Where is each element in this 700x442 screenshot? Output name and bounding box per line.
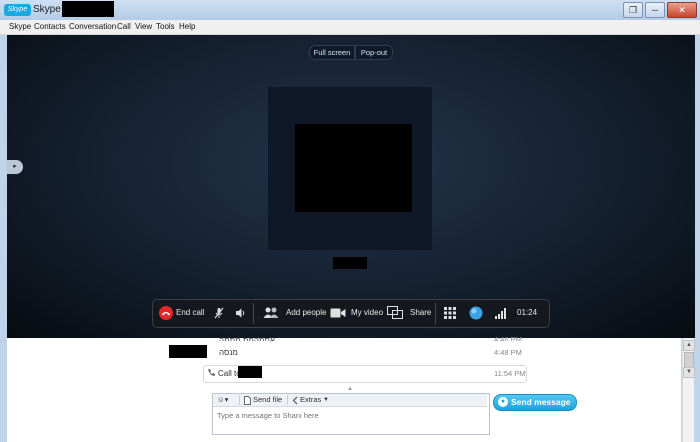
send-icon: ●	[498, 397, 508, 407]
message-input[interactable]	[217, 409, 483, 421]
file-icon	[244, 396, 251, 405]
minimize-button[interactable]: ─	[645, 2, 665, 18]
redacted-call-name	[238, 366, 262, 378]
separator	[287, 395, 288, 405]
share-screen-icon[interactable]	[387, 306, 403, 319]
camera-icon[interactable]	[330, 307, 346, 319]
speaker-icon[interactable]	[235, 307, 247, 319]
scroll-thumb[interactable]	[684, 352, 694, 368]
call-timer: 01:24	[517, 308, 538, 317]
emoticon-button[interactable]: ☺▾	[217, 395, 228, 405]
restore-button[interactable]: ❐	[623, 2, 643, 18]
menu-help[interactable]: Help	[179, 22, 195, 32]
send-file-button[interactable]: Send file	[253, 395, 282, 405]
my-video-label[interactable]: My video	[351, 308, 383, 318]
message-time: 4:46 PM	[494, 335, 522, 341]
compose-toolbar: ☺▾ Send file Extras ▼	[213, 394, 487, 407]
status-globe-icon[interactable]	[469, 306, 483, 320]
menu-tools[interactable]: Tools	[156, 22, 175, 32]
phone-icon	[208, 369, 215, 376]
people-icon[interactable]	[263, 306, 279, 319]
remote-video-image	[295, 124, 412, 212]
menu-bar: Skype Contacts Conversation Call View To…	[0, 20, 700, 35]
message-time: 4:48 PM	[494, 348, 522, 357]
extras-icon	[292, 396, 298, 405]
popout-button[interactable]: Pop-out	[355, 45, 393, 60]
call-control-bar: End call Add people My video Share 01:24	[152, 299, 550, 328]
menu-call[interactable]: Call	[117, 22, 131, 32]
menu-conversation[interactable]: Conversation	[69, 22, 116, 32]
phone-hangup-icon[interactable]	[159, 306, 173, 320]
extras-button[interactable]: Extras	[300, 395, 321, 405]
scroll-up-button[interactable]: ▲	[683, 340, 695, 351]
menu-skype[interactable]: Skype	[9, 22, 31, 32]
send-message-button[interactable]: ● Send message	[493, 394, 577, 411]
send-message-label: Send message	[511, 397, 571, 407]
separator	[253, 303, 254, 324]
resize-grip[interactable]: ▲	[347, 386, 353, 392]
end-call-label[interactable]: End call	[176, 308, 204, 318]
redacted-remote-name	[333, 257, 367, 269]
share-label[interactable]: Share	[410, 308, 431, 318]
redacted-sender-name	[169, 345, 207, 358]
contact-panel-toggle[interactable]: ▸	[7, 160, 23, 174]
chat-message: אתמהמת מתמה	[219, 336, 275, 341]
fullscreen-button[interactable]: Full screen	[309, 45, 355, 60]
signal-bars-icon	[495, 308, 506, 319]
close-button[interactable]: ✕	[667, 2, 697, 18]
microphone-muted-icon[interactable]	[213, 307, 225, 319]
person-arrow-icon: ▸	[13, 163, 17, 170]
call-time: 11:54 PM	[494, 369, 526, 378]
menu-contacts[interactable]: Contacts	[34, 22, 66, 32]
dialpad-icon[interactable]	[444, 307, 456, 319]
chevron-down-icon[interactable]: ▼	[323, 395, 329, 405]
menu-view[interactable]: View	[135, 22, 152, 32]
scroll-down-button[interactable]: ▼	[683, 367, 695, 378]
add-people-label[interactable]: Add people	[286, 308, 326, 318]
chat-message: מנסה	[219, 348, 238, 357]
separator	[239, 395, 240, 405]
title-bar: Skype Skype™ - ❐ ─ ✕	[0, 0, 700, 20]
separator	[435, 303, 436, 324]
redacted-contact-name	[62, 1, 114, 17]
skype-logo: Skype	[4, 4, 31, 16]
